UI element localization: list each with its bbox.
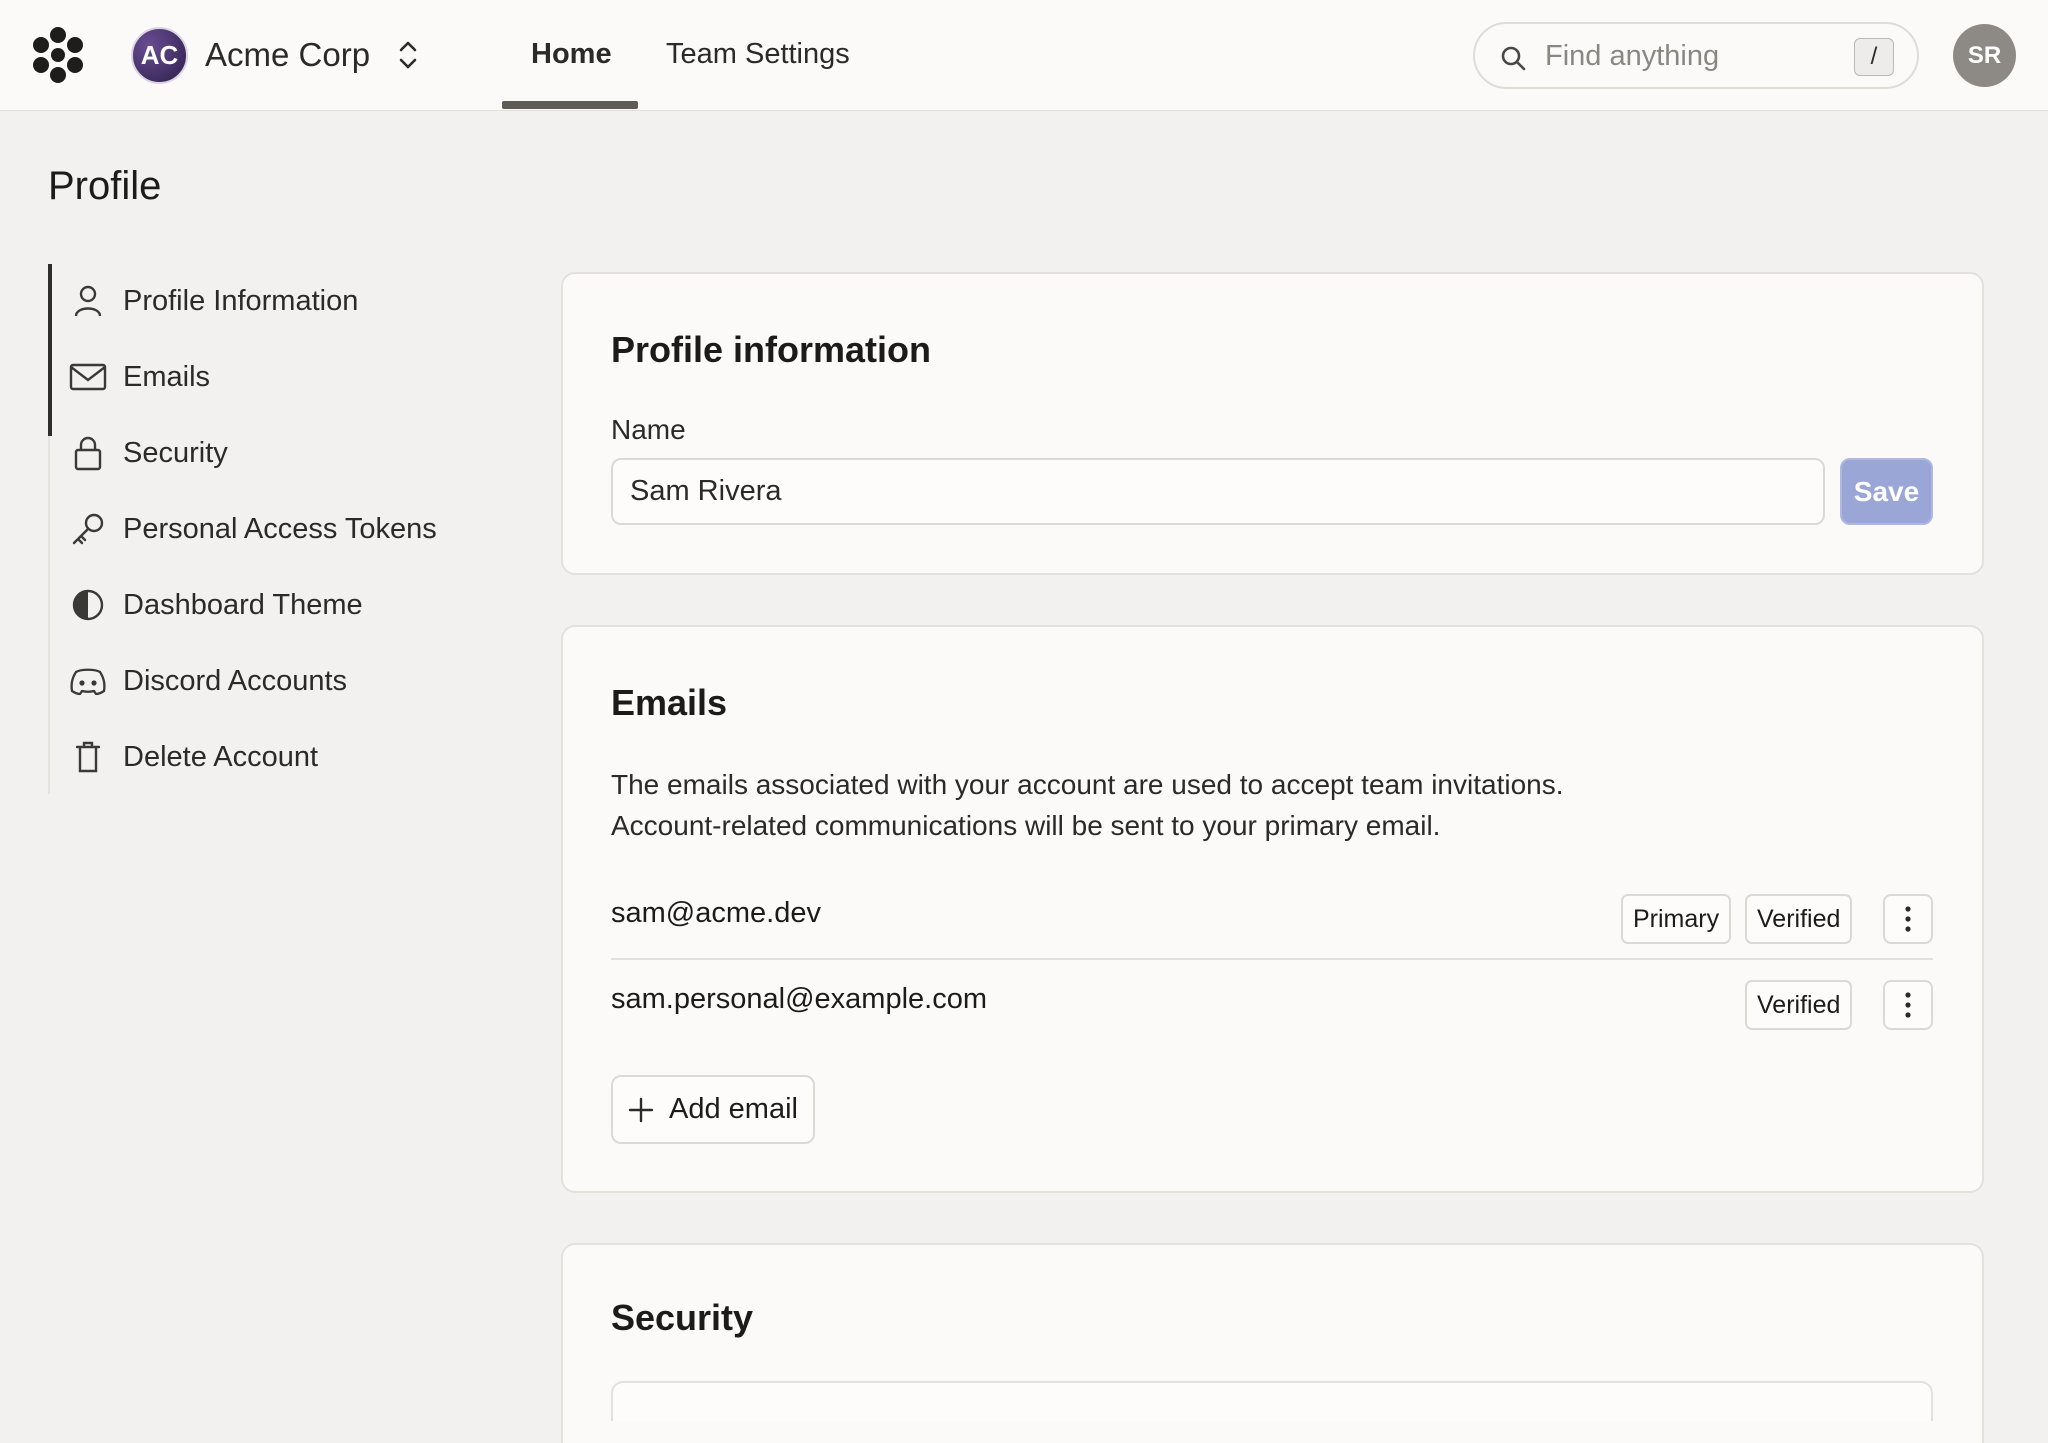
sidebar-item-label: Personal Access Tokens [123,512,437,545]
org-name[interactable]: Acme Corp [205,36,370,74]
discord-icon [68,661,108,701]
security-panel [611,1381,1933,1421]
primary-badge: Primary [1621,894,1732,944]
sidebar-item-security[interactable]: Security [68,425,228,481]
search-input[interactable] [1545,36,1835,76]
chevron-up-down-icon[interactable] [397,38,419,72]
page-title: Profile [48,164,162,208]
key-icon [68,509,108,549]
card-title: Security [611,1297,754,1338]
emails-card: Emails The emails associated with your a… [561,625,1984,1193]
sidebar-item-label: Delete Account [123,740,319,773]
search-shortcut-key: / [1854,38,1894,76]
verified-badge: Verified [1745,980,1853,1030]
sidebar-item-dashboard-theme[interactable]: Dashboard Theme [68,577,363,633]
sidebar-item-profile-information[interactable]: Profile Information [68,273,358,329]
top-bar: AC Acme Corp Home Team Settings / SR [0,0,2048,111]
description-line: The emails associated with your account … [611,769,1564,800]
search-icon [1501,46,1526,71]
name-field[interactable] [611,458,1825,525]
sidebar-item-personal-access-tokens[interactable]: Personal Access Tokens [68,501,437,557]
email-actions-button[interactable] [1883,894,1933,944]
user-avatar[interactable]: SR [1953,24,2016,87]
email-actions-button[interactable] [1883,980,1933,1030]
mail-icon [68,357,108,397]
more-vertical-icon [1905,906,1911,932]
sidebar-active-indicator [48,264,52,436]
lock-icon [68,433,108,473]
trash-icon [68,737,108,777]
name-label: Name [611,414,686,445]
security-card: Security [561,1243,1984,1443]
verified-badge: Verified [1745,894,1853,944]
contrast-icon [68,585,108,625]
app-logo-icon[interactable] [30,27,86,83]
sidebar-item-label: Security [123,436,228,469]
card-title: Profile information [611,329,932,370]
email-row: sam.personal@example.com Verified [611,960,1933,1046]
user-icon [68,281,108,321]
profile-information-card: Profile information Name Save [561,272,1984,575]
tab-home[interactable]: Home [531,38,612,71]
plus-icon [628,1097,654,1122]
description-line: Account-related communications will be s… [611,810,1441,841]
sidebar-item-label: Dashboard Theme [123,588,363,621]
email-row: sam@acme.dev Primary Verified [611,874,1933,960]
email-address: sam@acme.dev [611,897,821,929]
add-email-label: Add email [669,1093,798,1125]
add-email-button[interactable]: Add email [611,1075,815,1144]
sidebar-item-label: Emails [123,360,211,393]
sidebar-item-discord-accounts[interactable]: Discord Accounts [68,653,347,709]
save-button[interactable]: Save [1840,458,1933,525]
sidebar-item-label: Profile Information [123,284,359,317]
card-title: Emails [611,682,728,723]
search-bar[interactable]: / [1473,22,1919,89]
sidebar-item-delete-account[interactable]: Delete Account [68,729,318,785]
more-vertical-icon [1905,992,1911,1018]
active-tab-indicator [502,101,638,109]
emails-description: The emails associated with your account … [611,764,1761,846]
sidebar-item-label: Discord Accounts [123,664,348,697]
org-avatar[interactable]: AC [131,27,188,84]
sidebar-item-emails[interactable]: Emails [68,349,210,405]
email-address: sam.personal@example.com [611,983,987,1015]
tab-team-settings[interactable]: Team Settings [666,38,850,71]
